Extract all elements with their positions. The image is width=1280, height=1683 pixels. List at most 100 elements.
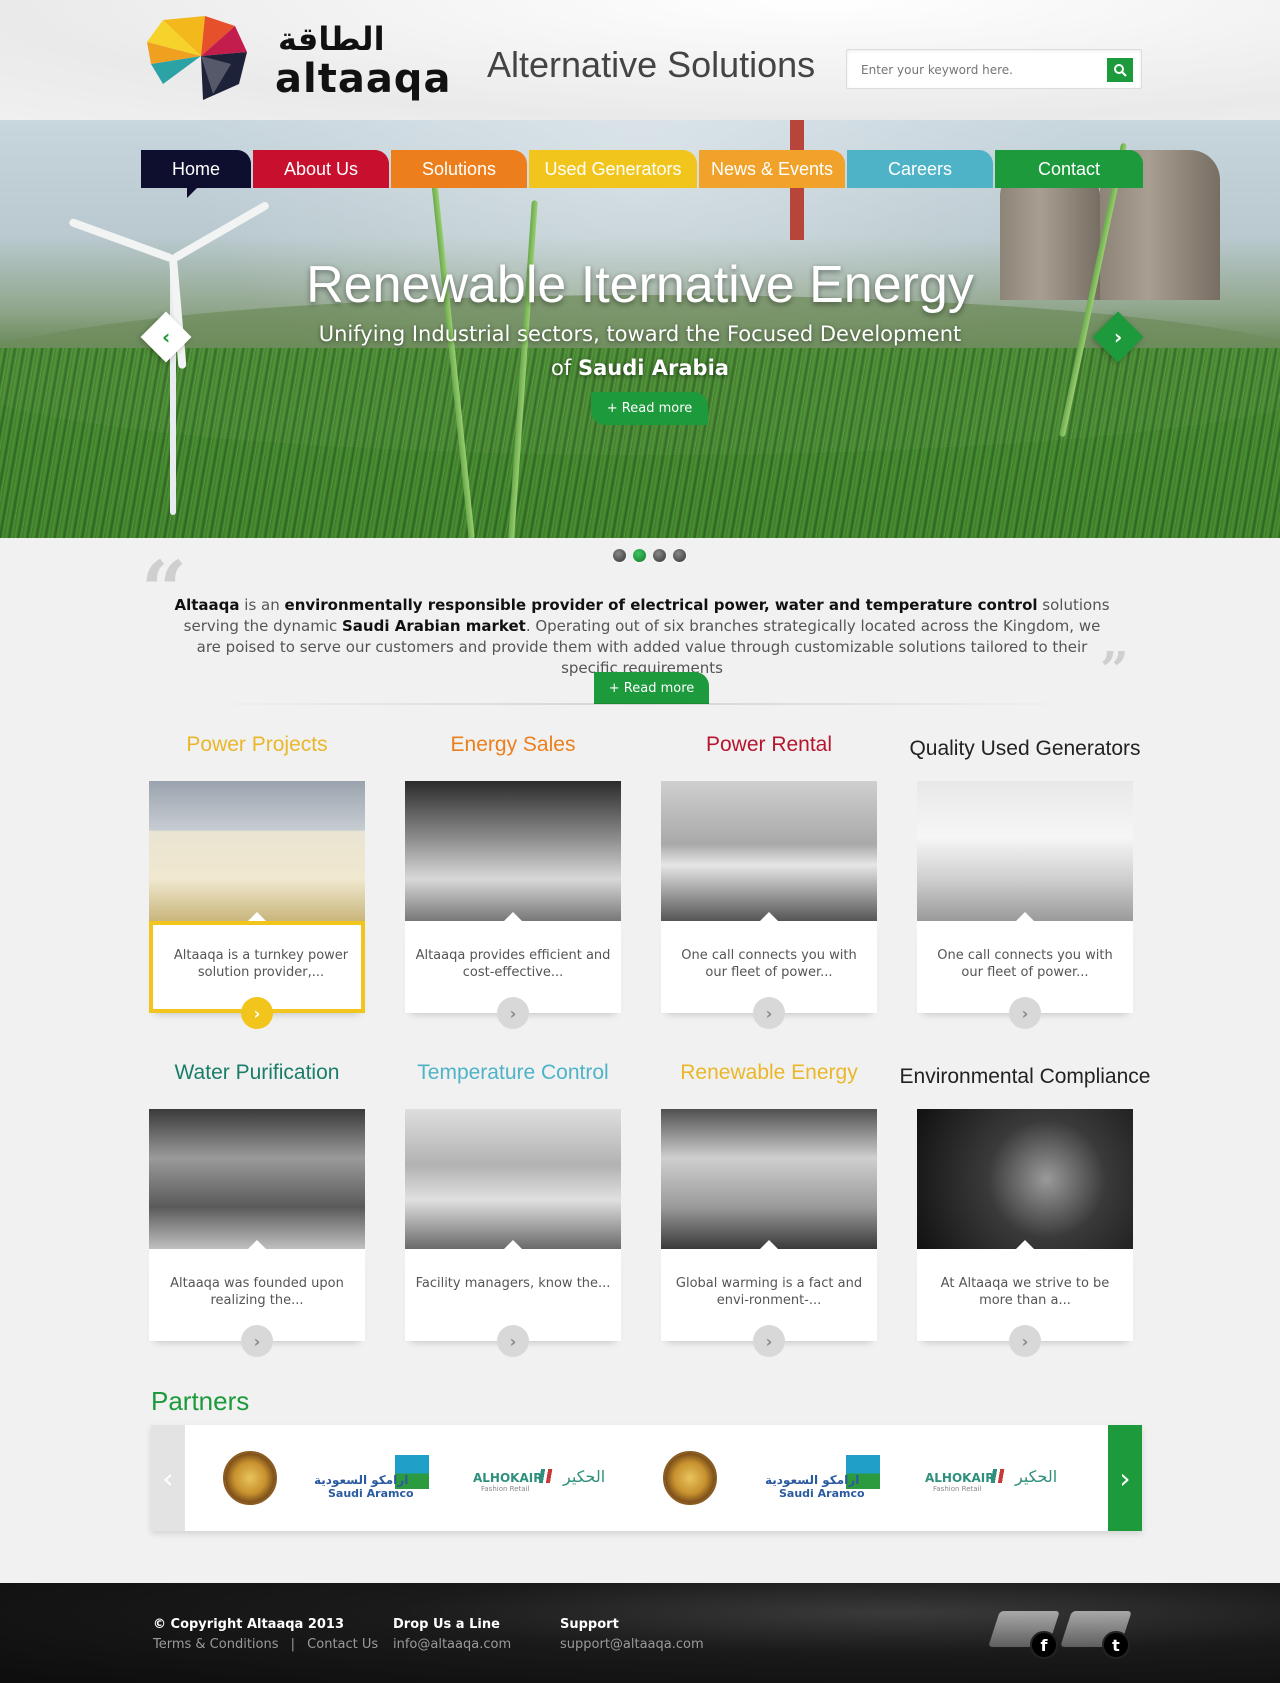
partner-logo-saudi-seal[interactable] [223,1451,277,1505]
service-image[interactable] [149,781,365,921]
search-button[interactable] [1107,58,1133,82]
footer-drop-title: Drop Us a Line [393,1617,500,1632]
slider-dots [613,549,686,562]
footer-copyright-column: © Copyright Altaaqa 2013 Terms & Conditi… [153,1615,378,1655]
service-more-button[interactable]: › [753,1325,785,1357]
logo-mark-icon [147,16,247,100]
service-card[interactable]: Energy Sales Altaaqa provides efficient a… [405,733,621,1029]
hero-subtitle: Unifying Industrial sectors, toward the … [0,317,1280,385]
service-image[interactable] [661,781,877,921]
site-footer: © Copyright Altaaqa 2013 Terms & Conditi… [0,1583,1280,1683]
footer-support-column: Support support@altaaqa.com [560,1615,704,1655]
service-title[interactable]: Water Purification [129,1061,385,1085]
partner-subtitle: Fashion Retail [481,1485,530,1493]
contact-link[interactable]: Contact Us [307,1637,378,1652]
card-pointer-icon [248,912,266,921]
nav-item-about-us[interactable]: About Us [253,150,389,188]
service-summary: At Altaaqa we strive to be more than a..… [940,1276,1110,1308]
quote-close-icon: ” [1100,640,1129,699]
service-image[interactable] [917,781,1133,921]
intro-read-more-button[interactable]: + Read more [594,672,709,704]
service-more-button[interactable]: › [241,997,273,1029]
service-image[interactable] [149,1109,365,1249]
chevron-right-icon: › [1119,1461,1131,1495]
service-title[interactable]: Power Rental [641,733,897,757]
nav-item-label: Solutions [421,158,497,179]
service-card[interactable]: Water Purification Altaaqa was founded up… [149,1061,365,1357]
service-card[interactable]: Environmental Compliance At Altaaqa we st… [900,1063,1150,1357]
info-email-link[interactable]: info@altaaqa.com [393,1635,511,1655]
nav-item-label: Used Generators [544,158,682,179]
nav-item-solutions[interactable]: Solutions [391,150,527,188]
nav-item-label: About Us [283,158,359,179]
slider-dot[interactable] [673,549,686,562]
nav-item-contact[interactable]: Contact [995,150,1143,188]
service-more-button[interactable]: › [1009,1325,1041,1357]
service-summary: One call connects you with our fleet of … [937,948,1113,980]
footer-support-title: Support [560,1617,619,1632]
partner-logo-alhokair[interactable]: ALHOKAIR Fashion Retail الحكير [473,1461,613,1501]
card-pointer-icon [504,912,522,921]
nav-item-used-generators[interactable]: Used Generators [529,150,697,188]
support-email-link[interactable]: support@altaaqa.com [560,1635,704,1655]
search-icon [1114,64,1127,77]
service-image[interactable] [917,1109,1133,1249]
partner-arabic-name: الحكير [563,1467,606,1486]
card-pointer-icon [504,1240,522,1249]
service-more-button[interactable]: › [497,1325,529,1357]
altaaqa-logo[interactable]: الطاقة altaaqa [143,12,450,102]
partner-arabic-name: الحكير [1015,1467,1058,1486]
partner-logo-saudi-seal[interactable] [663,1451,717,1505]
chevron-right-icon: › [1021,1331,1029,1351]
slider-dot[interactable] [633,549,646,562]
partner-logo-saudi-aramco[interactable]: ارامكو السعودية Saudi Aramco [765,1455,885,1500]
service-card[interactable]: Temperature Control Facility managers, kn… [405,1061,621,1357]
search-input[interactable] [861,58,1101,82]
partners-next-button[interactable]: › [1108,1425,1142,1531]
service-card[interactable]: Power Rental One call connects you with o… [661,733,877,1029]
service-card[interactable]: Power Projects Altaaqa is a turnkey power… [149,733,365,1029]
service-card[interactable]: Quality Used Generators One call connects… [909,735,1141,1029]
partner-arabic-name: ارامكو السعودية [765,1473,860,1487]
service-title[interactable]: Power Projects [129,733,385,757]
intro-text: Altaaqa is an environmentally responsibl… [172,595,1112,679]
partner-logo-alhokair[interactable]: ALHOKAIR Fashion Retail الحكير [925,1461,1065,1501]
chevron-right-icon: › [253,1331,261,1351]
hero-read-more-button[interactable]: + Read more [591,392,708,425]
slider-dot[interactable] [653,549,666,562]
service-more-button[interactable]: › [753,997,785,1029]
service-image[interactable] [405,781,621,921]
nav-item-home[interactable]: Home [141,150,251,198]
service-more-button[interactable]: › [497,997,529,1029]
slider-dot[interactable] [613,549,626,562]
twitter-button[interactable]: t [1060,1605,1132,1659]
terms-link[interactable]: Terms & Conditions [153,1637,279,1652]
partner-english-name: ALHOKAIR [473,1471,543,1485]
partner-english-name: ALHOKAIR [925,1471,995,1485]
intro-brand: Altaaqa [174,596,240,614]
site-tagline: Alternative Solutions [487,44,816,85]
chevron-right-icon: › [1113,325,1123,349]
service-image[interactable] [661,1109,877,1249]
nav-item-news-events[interactable]: News & Events [699,150,845,188]
service-more-button[interactable]: › [241,1325,273,1357]
service-summary: Altaaqa provides efficient and cost-effe… [415,948,611,980]
chevron-left-icon: ‹ [162,1461,174,1495]
nav-item-label: Careers [887,158,953,179]
chevron-left-icon: ‹ [161,325,171,349]
service-more-button[interactable]: › [1009,997,1041,1029]
service-title[interactable]: Temperature Control [385,1061,641,1085]
facebook-button[interactable]: f [988,1605,1060,1659]
service-image[interactable] [405,1109,621,1249]
divider [200,703,1080,705]
service-title[interactable]: Energy Sales [385,733,641,757]
partners-prev-button[interactable]: ‹ [151,1425,185,1531]
service-card[interactable]: Renewable Energy Global warming is a fact… [661,1061,877,1357]
service-title[interactable]: Renewable Energy [641,1061,897,1085]
partner-logo-saudi-aramco[interactable]: ارامكو السعودية Saudi Aramco [314,1455,434,1500]
service-title[interactable]: Quality Used Generators [897,737,1153,761]
nav-item-careers[interactable]: Careers [847,150,993,188]
search-box [846,49,1142,89]
service-title[interactable]: Environmental Compliance [897,1065,1153,1089]
chevron-right-icon: › [509,1331,517,1351]
